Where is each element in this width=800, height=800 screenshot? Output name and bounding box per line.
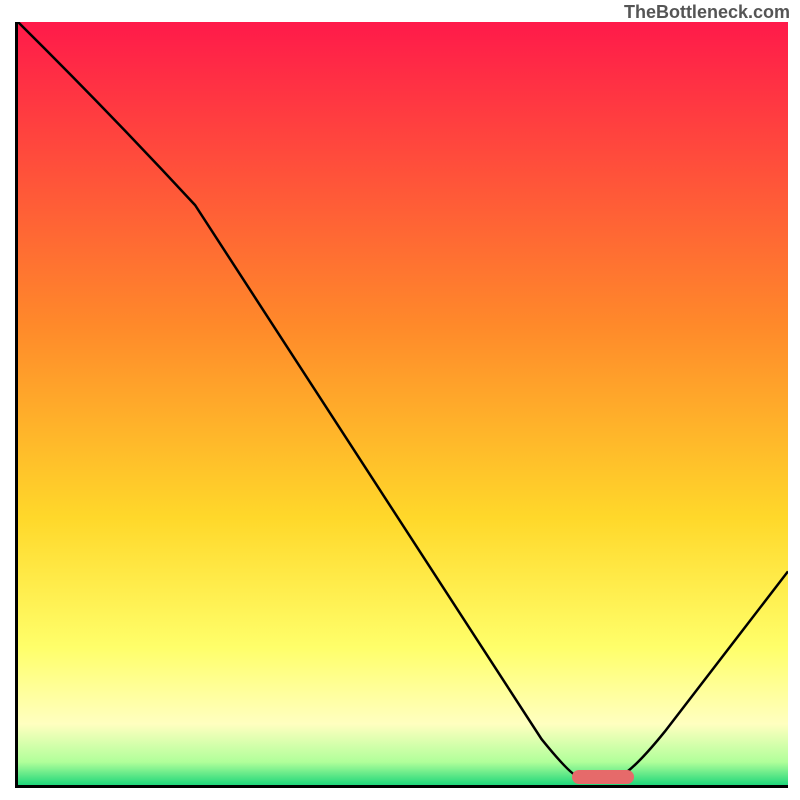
bottleneck-curve	[18, 22, 788, 785]
optimal-marker	[572, 770, 634, 784]
watermark-text: TheBottleneck.com	[624, 2, 790, 23]
chart-plot-area	[15, 22, 788, 788]
